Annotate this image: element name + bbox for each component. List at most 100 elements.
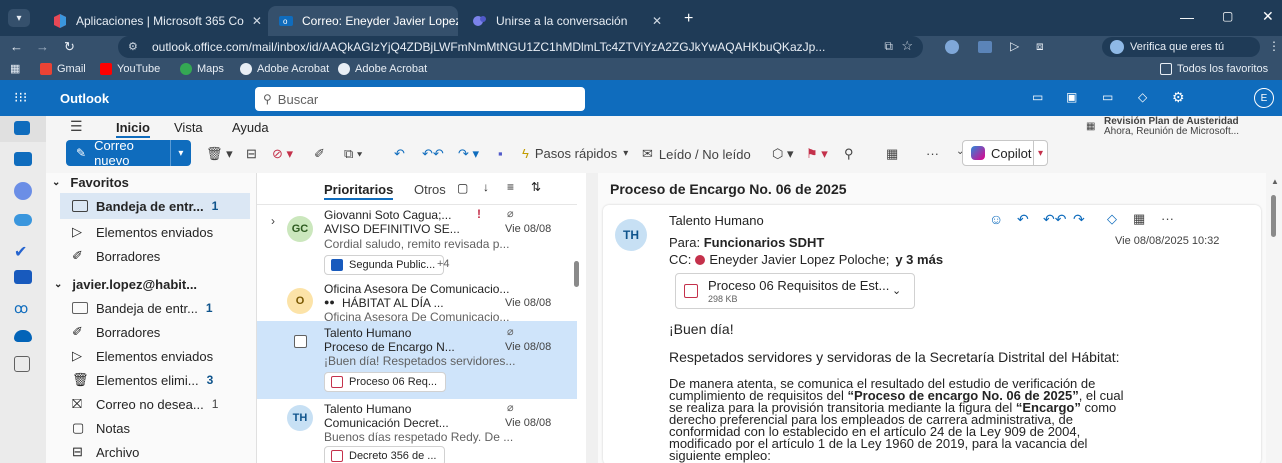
bookmark-adobe-acrobat[interactable]: Adobe Acrobat (338, 61, 427, 77)
tab-inicio[interactable]: Inicio (116, 120, 150, 138)
more-apps-icon[interactable] (14, 356, 30, 372)
bookmark-gmail[interactable]: Gmail (40, 61, 86, 77)
search-input[interactable]: ⚲ Buscar (255, 87, 585, 111)
folder-drafts[interactable]: ✐ Borradores (60, 319, 265, 345)
expand-thread-icon[interactable]: › (271, 214, 275, 228)
list-item[interactable]: Talento Humano ⌀ Proceso de Encargo N...… (257, 321, 577, 399)
word-app-icon[interactable] (14, 270, 32, 284)
teams-icon[interactable]: ▣ (1066, 90, 1077, 104)
todo-app-icon[interactable]: ✔ (14, 242, 32, 261)
apps-icon[interactable]: ▦ (1133, 211, 1145, 227)
folder-inbox-favorite[interactable]: Bandeja de entr... 1 (60, 193, 250, 219)
read-unread-button[interactable]: ✉ Leído / No leído (642, 146, 751, 162)
sender-name[interactable]: Talento Humano (669, 213, 764, 228)
tab-teams-conversation[interactable]: Unirse a la conversación ✕ (462, 6, 672, 36)
folder-deleted[interactable]: 🗑︎ Elementos elimi... 3 (60, 367, 265, 393)
forward-icon[interactable]: ↷ ▾ (458, 146, 479, 162)
chevron-down-icon[interactable]: ▾ (1033, 141, 1047, 165)
emoji-react-icon[interactable]: ☺ (989, 211, 1003, 227)
sender-avatar[interactable]: TH (615, 219, 647, 251)
sweep-icon[interactable]: ✐ (314, 146, 325, 162)
minimize-icon[interactable]: — (1180, 9, 1194, 25)
browser-menu-icon[interactable]: ⋮ (1268, 39, 1280, 53)
tab-focused[interactable]: Prioritarios (324, 182, 394, 200)
copilot-button[interactable]: Copilot ▾ (962, 140, 1048, 166)
bookmark-adobe-acrobat[interactable]: Adobe Acrobat (240, 61, 329, 77)
onedrive-app-icon[interactable] (14, 330, 32, 342)
apps-grid-icon[interactable]: ▦ (10, 62, 20, 75)
close-icon[interactable]: ✕ (244, 14, 262, 28)
extension-icon[interactable] (945, 40, 959, 54)
email-attachment[interactable]: Proceso 06 Requisitos de Est... 298 KB ⌄ (675, 273, 915, 309)
install-app-icon[interactable]: ⧉ (884, 39, 893, 54)
attachment-chip[interactable]: Segunda Public... (324, 255, 445, 275)
all-favorites[interactable]: Todos los favoritos (1160, 61, 1268, 77)
filter-icon[interactable]: ≡ (507, 180, 514, 194)
chevron-down-icon[interactable]: ▾ (169, 140, 191, 166)
folder-sent[interactable]: ▷ Elementos enviados (60, 343, 265, 369)
reminder-banner[interactable]: ▦ Revisión Plan de Austeridad Ahora, Reu… (1086, 116, 1282, 138)
folder-drafts-favorite[interactable]: ✐ Borradores (60, 243, 265, 269)
list-item[interactable]: TH Talento Humano ⌀ Comunicación Decret.… (257, 399, 577, 463)
categorize-icon[interactable]: ⬡ ▾ (772, 146, 794, 162)
list-item[interactable]: › GC Giovanni Soto Cagua;... ! ⌀ AVISO D… (257, 206, 577, 282)
quick-steps-button[interactable]: ϟ Pasos rápidos ▾ (522, 146, 628, 161)
more-actions-icon[interactable]: ··· (1161, 211, 1174, 226)
tab-microsoft365[interactable]: Aplicaciones | Microsoft 365 Co ✕ (42, 6, 264, 36)
view-options-icon[interactable]: ▦ (886, 146, 898, 162)
bookmark-maps[interactable]: Maps (180, 61, 224, 77)
jump-to-icon[interactable]: ↓ (483, 180, 489, 194)
bookmark-youtube[interactable]: YouTube (100, 61, 160, 77)
tab-vista[interactable]: Vista (174, 120, 203, 135)
folder-junk[interactable]: ⛝ Correo no desea... 1 (60, 391, 265, 417)
people-app-icon[interactable] (14, 214, 32, 226)
reply-icon[interactable]: ↶ (1017, 211, 1029, 228)
extension-icon[interactable] (978, 41, 992, 53)
app-launcher-icon[interactable]: ⁝⁝⁝ (14, 89, 27, 106)
reply-all-icon[interactable]: ↶↶ (1043, 211, 1066, 228)
copilot-app-icon[interactable] (14, 182, 32, 200)
select-mode-icon[interactable]: ▢ (457, 181, 468, 195)
reload-icon[interactable]: ↻ (64, 39, 75, 55)
reply-all-icon[interactable]: ↶↶ (422, 146, 444, 162)
account-header[interactable]: ⌄ javier.lopez@habit... (54, 271, 259, 297)
page-scrollbar[interactable]: ▲ (1266, 173, 1282, 463)
calendar-app-icon[interactable] (14, 152, 32, 166)
back-icon[interactable]: ← (10, 39, 23, 54)
select-checkbox[interactable] (294, 335, 307, 348)
media-icon[interactable]: ▷ (1010, 39, 1019, 53)
forward-icon[interactable]: ↷ (1073, 211, 1085, 228)
forward-icon[interactable]: → (36, 39, 49, 54)
bookmark-star-icon[interactable]: ☆ (901, 38, 913, 54)
reply-icon[interactable]: ↶ (394, 146, 405, 162)
org-app-icon[interactable]: ꝏ (14, 300, 32, 318)
archive-icon[interactable]: ⊟ (246, 146, 257, 162)
sort-icon[interactable]: ⇅ (531, 180, 541, 194)
pin-icon[interactable]: ⚲ (844, 146, 854, 162)
url-field[interactable]: ⚙ outlook.office.com/mail/inbox/id/AAQkA… (118, 36, 923, 58)
report-icon[interactable]: ⊘ ▾ (272, 146, 293, 162)
settings-gear-icon[interactable]: ⚙ (1172, 89, 1185, 106)
tab-ayuda[interactable]: Ayuda (232, 120, 269, 135)
close-icon[interactable]: ✕ (644, 14, 662, 28)
folder-inbox[interactable]: Bandeja de entr... 1 (60, 295, 265, 321)
flag-icon[interactable]: ⚑ ▾ (806, 146, 828, 162)
chevron-down-icon[interactable]: ⌄ (892, 284, 901, 297)
site-info-icon[interactable]: ⚙ (128, 40, 138, 53)
tab-search-dropdown[interactable]: ▾ (8, 9, 30, 27)
restore-icon[interactable]: ▢ (1222, 9, 1233, 23)
attachment-chip[interactable]: Decreto 356 de ... (324, 446, 446, 463)
tab-other[interactable]: Otros (414, 182, 446, 197)
list-item[interactable]: O Oficina Asesora De Comunicacio... ●● H… (257, 282, 577, 324)
account-avatar[interactable]: E (1254, 88, 1274, 108)
nav-toggle-icon[interactable]: ☰ (70, 118, 83, 135)
delete-icon[interactable]: 🗑︎ ▾ (206, 146, 233, 162)
meet-now-icon[interactable]: ▭ (1032, 90, 1043, 104)
attachment-chip[interactable]: Proceso 06 Req... (324, 372, 447, 392)
app-name[interactable]: Outlook (60, 91, 109, 106)
teams-share-icon[interactable]: ▪ (498, 146, 503, 161)
folder-notes[interactable]: ▢ Notas (60, 415, 265, 441)
list-scrollbar[interactable] (574, 261, 579, 287)
tab-outlook-mail[interactable]: o Correo: Eneyder Javier Lopez P ✕ (268, 6, 458, 36)
verify-button[interactable]: Verifica que eres tú (1102, 37, 1260, 57)
